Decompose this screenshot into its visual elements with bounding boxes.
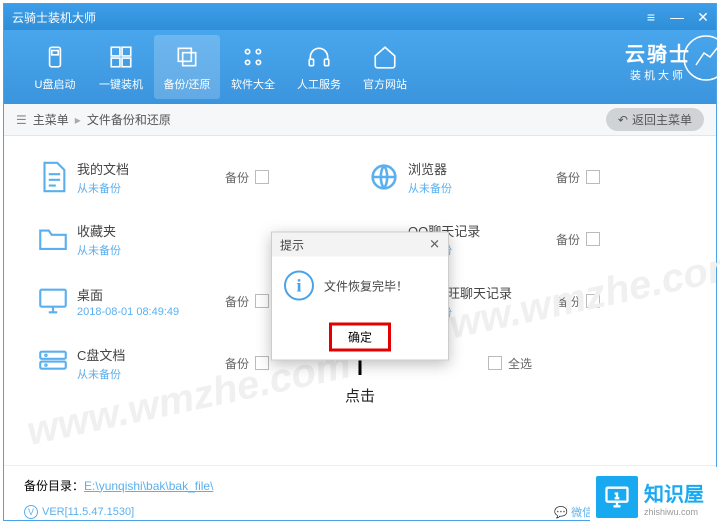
apps-icon [238, 42, 268, 72]
breadcrumb: ☰ 主菜单 ▸ 文件备份和还原 ↶ 返回主菜单 [4, 104, 716, 136]
backup-link[interactable]: 从未备份 [408, 180, 548, 196]
dialog-title: 提示 [280, 236, 304, 253]
document-icon [29, 160, 77, 194]
item-browser: 浏览器从未备份 备份 [360, 146, 691, 208]
selectall-checkbox[interactable] [488, 356, 502, 370]
dir-label: 备份目录： [24, 477, 84, 494]
dialog-message: 文件恢复完毕！ [324, 277, 408, 294]
dir-path-link[interactable]: E:\yunqishi\bak\bak_file\ [84, 479, 213, 493]
list-icon: ☰ [16, 113, 27, 127]
nav-usb[interactable]: U盘启动 [22, 35, 88, 99]
titlebar: 云骑士装机大师 ≡ — ✕ [4, 4, 716, 30]
app-title: 云骑士装机大师 [12, 9, 96, 26]
backup-link[interactable]: 从未备份 [77, 366, 217, 382]
folder-icon [29, 222, 77, 256]
checkbox[interactable] [586, 294, 600, 308]
backup-link[interactable]: 从未备份 [77, 242, 217, 258]
version-icon: V [24, 505, 38, 519]
backup-link[interactable]: 2018-08-01 08:49:49 [77, 306, 217, 318]
crumb-current: 文件备份和还原 [87, 111, 171, 128]
nav-software[interactable]: 软件大全 [220, 35, 286, 99]
item-documents: 我的文档从未备份 备份 [29, 146, 360, 208]
back-button[interactable]: ↶ 返回主菜单 [606, 108, 704, 131]
checkbox[interactable] [255, 170, 269, 184]
server-icon [29, 346, 77, 380]
info-icon: i [284, 271, 314, 301]
dialog: 提示 ✕ i 文件恢复完毕！ 确定 [271, 232, 449, 361]
dialog-close-icon[interactable]: ✕ [429, 237, 440, 253]
home-icon [370, 42, 400, 72]
close-button[interactable]: ✕ [690, 4, 716, 30]
usb-icon [40, 42, 70, 72]
nav-header: U盘启动 一键装机 备份/还原 软件大全 人工服务 官方网站 [4, 30, 716, 104]
checkbox[interactable] [255, 356, 269, 370]
checkbox[interactable] [255, 294, 269, 308]
monitor-logo-icon [596, 476, 638, 518]
version-text: VER[11.5.47.1530] [42, 506, 134, 518]
windows-icon [106, 42, 136, 72]
checkbox[interactable] [586, 232, 600, 246]
site-logo: 知识屋zhishiwu.com [590, 467, 720, 527]
nav-website[interactable]: 官方网站 [352, 35, 418, 99]
ie-icon [360, 160, 408, 194]
minimize-button[interactable]: — [664, 4, 690, 30]
headset-icon [304, 42, 334, 72]
menu-icon[interactable]: ≡ [638, 4, 664, 30]
ok-button[interactable]: 确定 [329, 323, 391, 352]
monitor-icon [29, 284, 77, 318]
nav-backup[interactable]: 备份/还原 [154, 35, 220, 99]
nav-install[interactable]: 一键装机 [88, 35, 154, 99]
nav-service[interactable]: 人工服务 [286, 35, 352, 99]
copy-icon [172, 42, 202, 72]
backup-link[interactable]: 从未备份 [77, 180, 217, 196]
brand-logo: 云骑士 装机大师 [625, 38, 691, 83]
content-area: www.wmzhe.com www.wmzhe.com 我的文档从未备份 备份 … [4, 136, 716, 456]
checkbox[interactable] [586, 170, 600, 184]
crumb-root[interactable]: 主菜单 [33, 111, 69, 128]
